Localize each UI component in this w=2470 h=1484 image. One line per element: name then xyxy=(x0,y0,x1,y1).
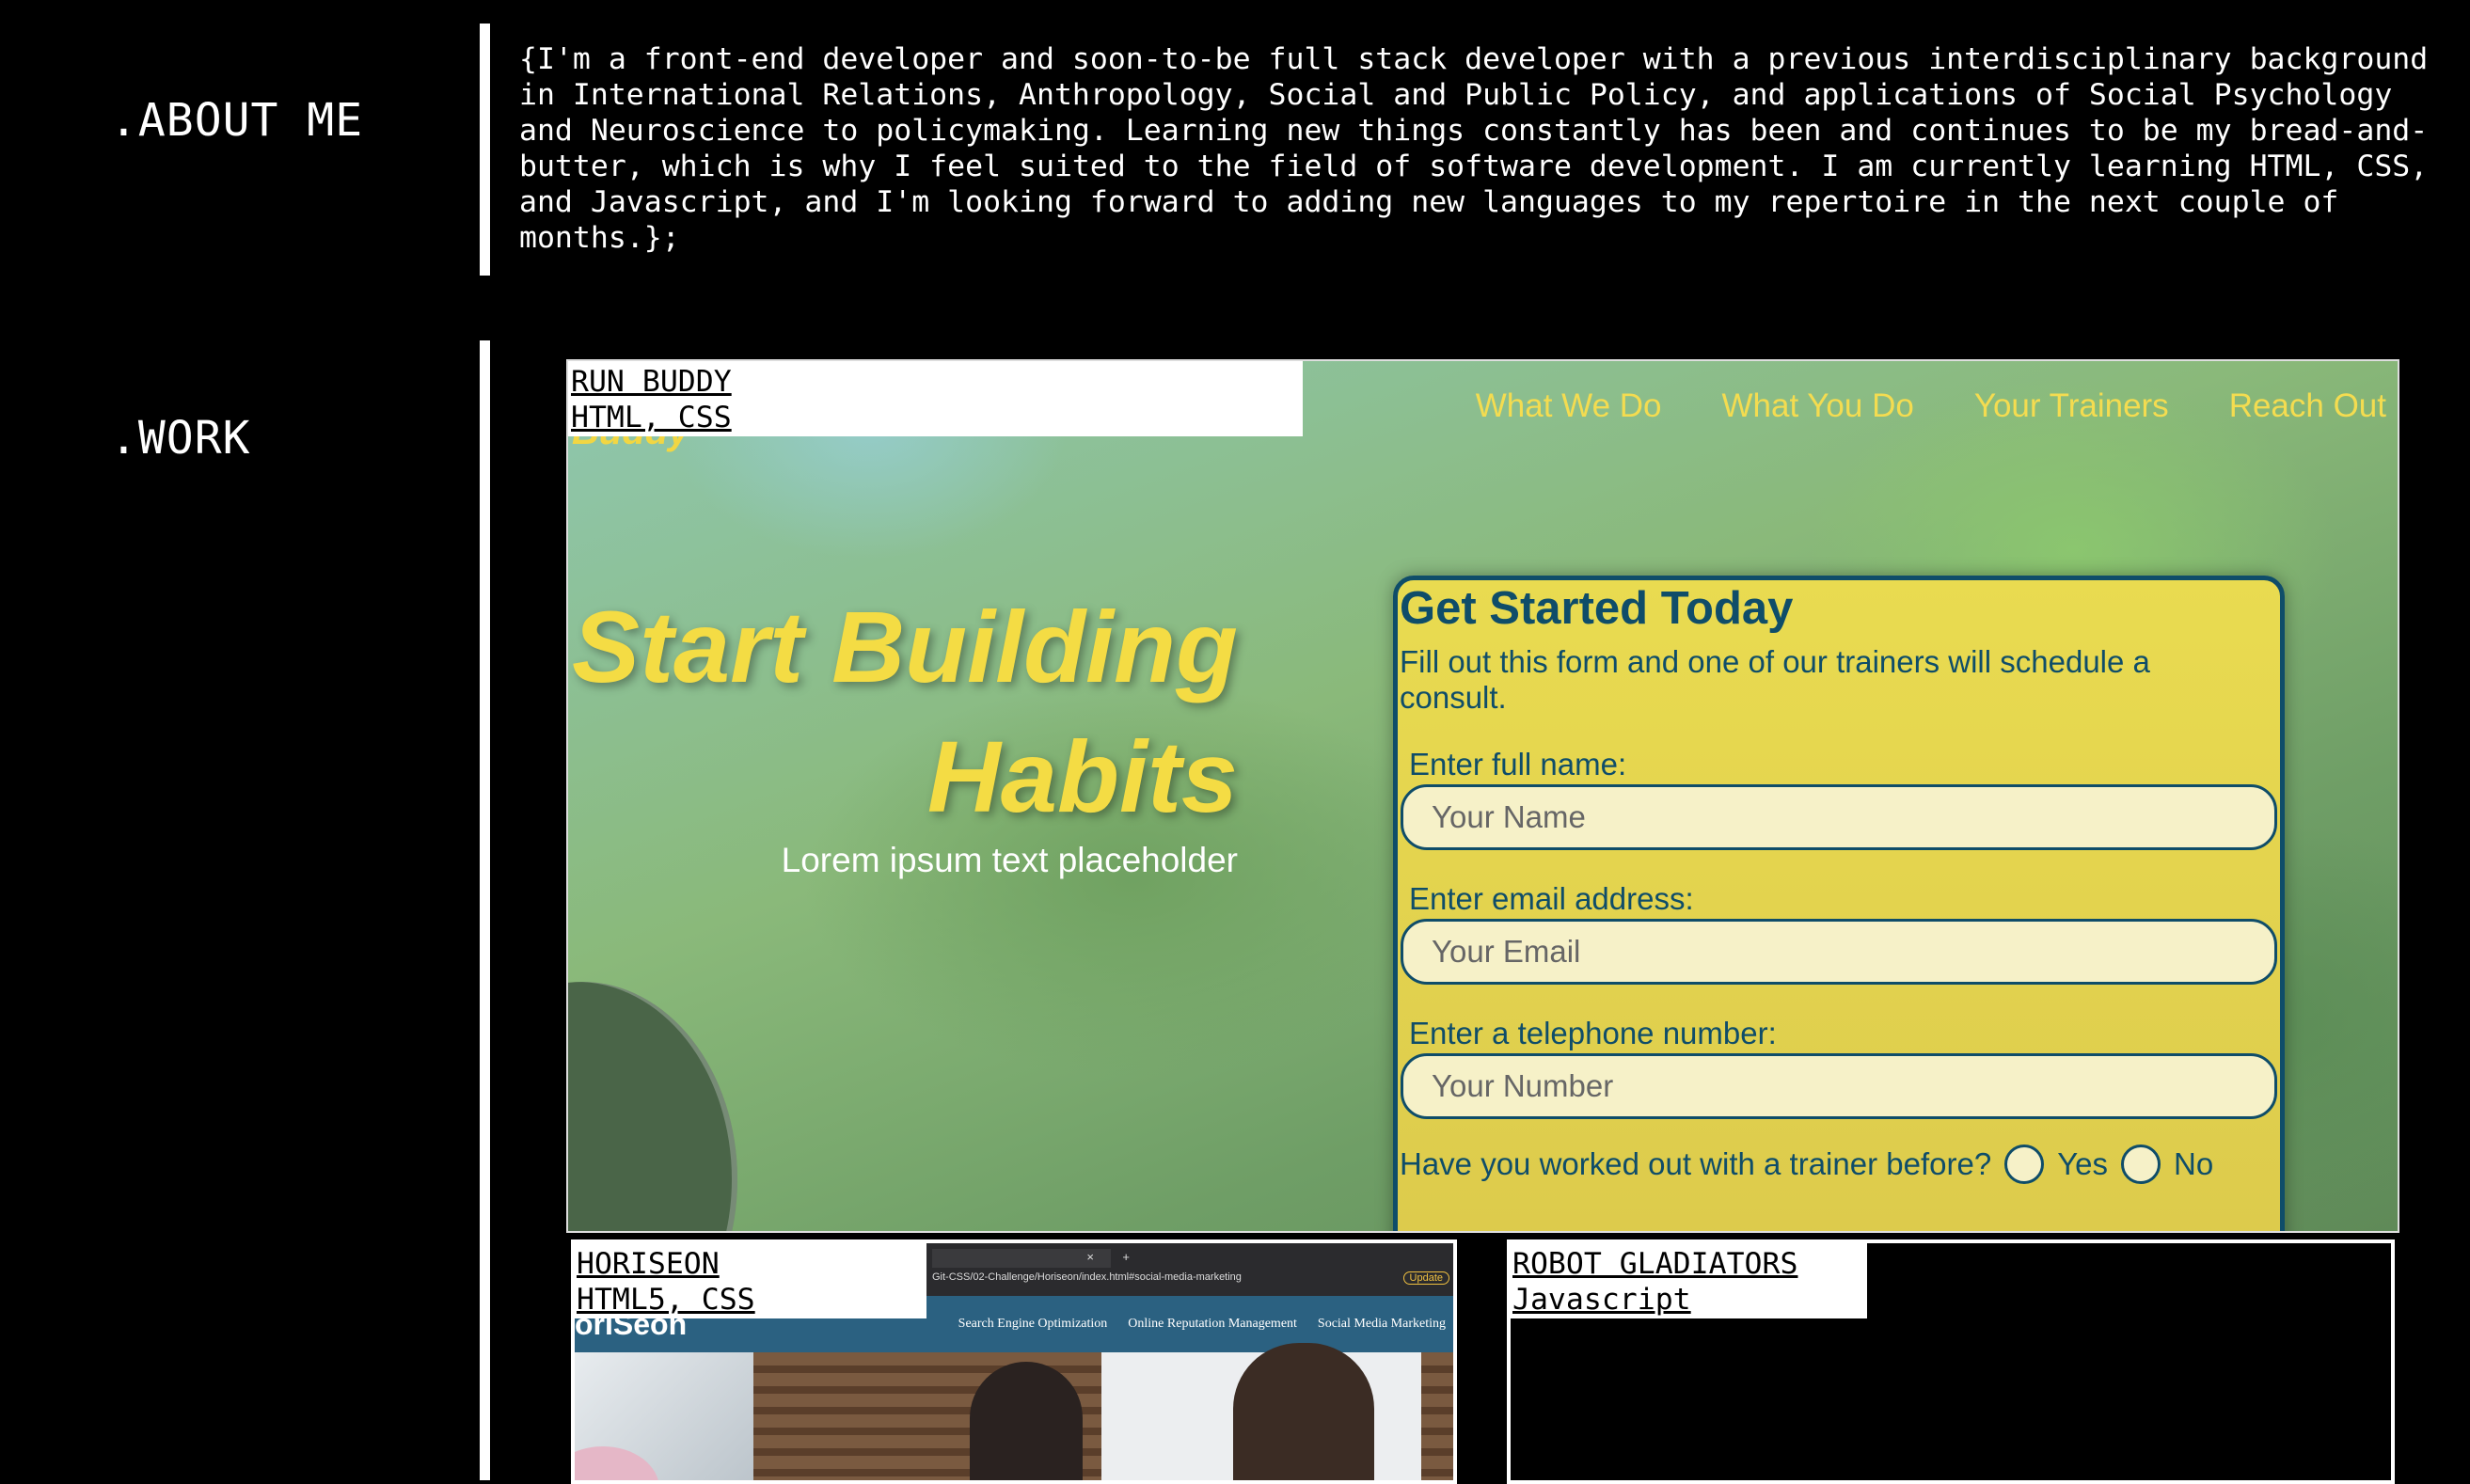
phone-label: Enter a telephone number: xyxy=(1409,1016,1777,1050)
radio-yes-label: Yes xyxy=(2057,1146,2109,1181)
name-label: Enter full name: xyxy=(1409,747,1627,781)
trainer-question: Have you worked out with a trainer befor… xyxy=(1400,1145,2213,1184)
horiseon-nav: Search Engine Optimization Online Reputa… xyxy=(958,1317,1446,1332)
hero-line-1: Start Building xyxy=(572,590,1238,703)
nav-what-we-do[interactable]: What We Do xyxy=(1476,387,1662,425)
project-name-link[interactable]: HORISEON xyxy=(577,1246,925,1282)
about-text: {I'm a front-end developer and soon-to-b… xyxy=(519,42,2429,255)
photo-person-1 xyxy=(970,1362,1083,1480)
nav-what-you-do[interactable]: What You Do xyxy=(1722,387,1914,425)
nav-reputation: Online Reputation Management xyxy=(1128,1317,1297,1331)
nav-seo: Search Engine Optimization xyxy=(958,1317,1108,1331)
form-title: Get Started Today xyxy=(1400,583,1794,634)
signup-form: Get Started Today Fill out this form and… xyxy=(1393,576,2285,1231)
email-input[interactable] xyxy=(1401,919,2277,985)
form-intro: Fill out this form and one of our traine… xyxy=(1400,644,2150,715)
hero-subtitle: Lorem ipsum text placeholder xyxy=(781,841,1238,879)
project-card-robot-gladiators[interactable]: ROBOT GLADIATORS Javascript xyxy=(1507,1239,2395,1484)
work-divider xyxy=(480,340,490,1480)
project-card-horiseon[interactable]: × + Git-CSS/02-Challenge/Horiseon/index.… xyxy=(571,1239,1457,1484)
horiseon-hero-image xyxy=(575,1343,1453,1480)
nav-your-trainers[interactable]: Your Trainers xyxy=(1974,387,2169,425)
photo-person-2 xyxy=(1233,1343,1374,1480)
project-label-horiseon[interactable]: HORISEON HTML5, CSS xyxy=(575,1243,926,1318)
project-name-link[interactable]: RUN BUDDY xyxy=(571,364,1300,400)
about-heading: .ABOUT ME xyxy=(110,94,364,147)
work-heading: .WORK xyxy=(110,412,251,465)
question-text: Have you worked out with a trainer befor… xyxy=(1400,1146,1992,1181)
tab-close-icon: × xyxy=(1086,1250,1094,1264)
project-label-run-buddy[interactable]: RUN BUDDY HTML, CSS xyxy=(568,361,1303,436)
nav-social: Social Media Marketing xyxy=(1317,1317,1446,1331)
radio-no[interactable] xyxy=(2121,1145,2161,1184)
run-buddy-nav: What We Do What You Do Your Trainers Rea… xyxy=(1476,387,2386,425)
about-divider xyxy=(480,24,490,276)
update-badge: Update xyxy=(1402,1271,1449,1285)
project-tech-link[interactable]: Javascript xyxy=(1512,1282,1865,1318)
hero-title: Start Building Habits xyxy=(572,582,1238,842)
email-label: Enter email address: xyxy=(1409,881,1694,916)
radio-no-label: No xyxy=(2174,1146,2214,1181)
project-tech-link[interactable]: HTML, CSS xyxy=(571,400,1300,435)
hero-line-2: Habits xyxy=(926,719,1238,833)
project-label-robot-gladiators[interactable]: ROBOT GLADIATORS Javascript xyxy=(1511,1243,1867,1318)
project-tech-link[interactable]: HTML5, CSS xyxy=(577,1282,925,1318)
phone-input[interactable] xyxy=(1401,1053,2277,1119)
project-card-run-buddy[interactable]: Buddy RUN BUDDY HTML, CSS What We Do Wha… xyxy=(566,359,2399,1233)
name-input[interactable] xyxy=(1401,784,2277,850)
new-tab-icon: + xyxy=(1122,1250,1130,1264)
nav-reach-out[interactable]: Reach Out xyxy=(2229,387,2386,425)
browser-tab: × + xyxy=(932,1249,1130,1268)
radio-yes[interactable] xyxy=(2004,1145,2045,1184)
url-bar: Git-CSS/02-Challenge/Horiseon/index.html… xyxy=(932,1271,1242,1283)
project-name-link[interactable]: ROBOT GLADIATORS xyxy=(1512,1246,1865,1282)
